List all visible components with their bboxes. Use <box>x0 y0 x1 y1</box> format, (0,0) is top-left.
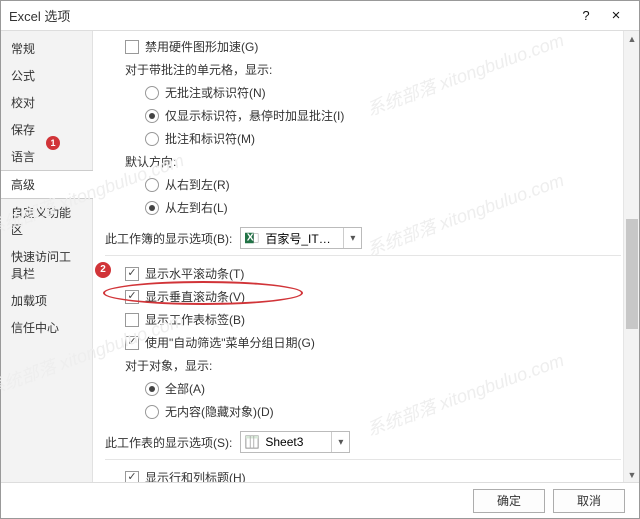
checkbox-label: 显示工作表标签(B) <box>145 311 245 328</box>
radio-icon <box>145 201 159 215</box>
radio-objects-all[interactable]: 全部(A) <box>105 377 639 400</box>
radio-comments-indicator-only[interactable]: 仅显示标识符，悬停时加显批注(I) <box>105 104 639 127</box>
sheet-icon <box>243 433 261 451</box>
dialog-footer: 确定 取消 <box>1 482 639 518</box>
combo-text: Sheet3 <box>263 435 331 449</box>
scroll-thumb[interactable] <box>626 219 638 329</box>
checkbox-sheet-tabs[interactable]: 显示工作表标签(B) <box>105 308 639 331</box>
chevron-down-icon: ▾ <box>343 228 361 248</box>
sidebar-item-label: 语言 <box>11 150 35 164</box>
sidebar-item-language[interactable]: 语言 1 <box>1 143 92 170</box>
sheet-display-section: 此工作表的显示选项(S): Sheet3 ▾ <box>105 423 621 460</box>
checkbox-label: 显示行和列标题(H) <box>145 469 246 483</box>
sidebar-item-formulas[interactable]: 公式 <box>1 62 92 89</box>
workbook-select[interactable]: X 百家号_IT小人… ▾ <box>240 227 362 249</box>
checkbox-autofilter-group-dates[interactable]: 使用"自动筛选"菜单分组日期(G) <box>105 331 639 354</box>
checkbox-horizontal-scrollbar[interactable]: 显示水平滚动条(T) <box>105 262 639 285</box>
section-label: 此工作簿的显示选项(B): <box>105 230 232 247</box>
checkbox-vertical-scrollbar[interactable]: 显示垂直滚动条(V) <box>105 285 639 308</box>
workbook-display-section: 此工作簿的显示选项(B): X 百家号_IT小人… ▾ <box>105 219 621 256</box>
radio-label: 无批注或标识符(N) <box>165 84 266 101</box>
scroll-down-icon[interactable]: ▼ <box>624 467 639 483</box>
radio-objects-none[interactable]: 无内容(隐藏对象)(D) <box>105 400 639 423</box>
vertical-scrollbar[interactable]: ▲ ▼ <box>623 31 639 483</box>
radio-label: 批注和标识符(M) <box>165 130 255 147</box>
ok-button[interactable]: 确定 <box>473 489 545 513</box>
radio-icon <box>145 405 159 419</box>
close-button[interactable]: × <box>601 2 631 30</box>
checkbox-icon <box>125 336 139 350</box>
sidebar-item-advanced[interactable]: 高级 <box>1 170 93 199</box>
checkbox-label: 显示垂直滚动条(V) <box>145 288 245 305</box>
sidebar-item-trust-center[interactable]: 信任中心 <box>1 314 92 341</box>
radio-icon <box>145 132 159 146</box>
radio-icon <box>145 109 159 123</box>
radio-label: 无内容(隐藏对象)(D) <box>165 403 274 420</box>
sidebar-item-proofing[interactable]: 校对 <box>1 89 92 116</box>
checkbox-row-col-headers[interactable]: 显示行和列标题(H) <box>105 466 639 483</box>
radio-label: 从左到右(L) <box>165 199 228 216</box>
radio-direction-rtl[interactable]: 从右到左(R) <box>105 173 639 196</box>
titlebar: Excel 选项 ? × <box>1 1 639 31</box>
sidebar-item-general[interactable]: 常规 <box>1 35 92 62</box>
radio-label: 全部(A) <box>165 380 205 397</box>
sidebar-item-quick-access[interactable]: 快速访问工具栏 <box>1 243 92 287</box>
sidebar-item-addins[interactable]: 加载项 <box>1 287 92 314</box>
radio-comments-none[interactable]: 无批注或标识符(N) <box>105 81 639 104</box>
radio-icon <box>145 178 159 192</box>
dialog-title: Excel 选项 <box>9 6 571 25</box>
checkbox-icon <box>125 290 139 304</box>
help-button[interactable]: ? <box>571 2 601 30</box>
sheet-select[interactable]: Sheet3 ▾ <box>240 431 350 453</box>
checkbox-label: 禁用硬件图形加速(G) <box>145 38 258 55</box>
radio-comments-and-indicator[interactable]: 批注和标识符(M) <box>105 127 639 150</box>
options-pane: 禁用硬件图形加速(G) 对于带批注的单元格，显示: 无批注或标识符(N) 仅显示… <box>93 31 639 483</box>
objects-heading: 对于对象，显示: <box>105 354 639 377</box>
section-label: 此工作表的显示选项(S): <box>105 434 232 451</box>
combo-text: 百家号_IT小人… <box>263 230 343 247</box>
category-sidebar: 常规 公式 校对 保存 语言 1 高级 自定义功能区 快速访问工具栏 加载项 信… <box>1 31 93 483</box>
radio-label: 仅显示标识符，悬停时加显批注(I) <box>165 107 344 124</box>
comments-heading: 对于带批注的单元格，显示: <box>105 58 639 81</box>
checkbox-label: 显示水平滚动条(T) <box>145 265 244 282</box>
radio-icon <box>145 86 159 100</box>
checkbox-icon <box>125 313 139 327</box>
radio-icon <box>145 382 159 396</box>
radio-label: 从右到左(R) <box>165 176 230 193</box>
chevron-down-icon: ▾ <box>331 432 349 452</box>
radio-direction-ltr[interactable]: 从左到右(L) <box>105 196 639 219</box>
checkbox-icon <box>125 267 139 281</box>
dialog-content: 常规 公式 校对 保存 语言 1 高级 自定义功能区 快速访问工具栏 加载项 信… <box>1 31 639 483</box>
checkbox-icon <box>125 40 139 54</box>
options-inner: 禁用硬件图形加速(G) 对于带批注的单元格，显示: 无批注或标识符(N) 仅显示… <box>93 31 639 483</box>
svg-text:X: X <box>247 232 254 244</box>
direction-heading: 默认方向: <box>105 150 639 173</box>
cancel-button[interactable]: 取消 <box>553 489 625 513</box>
checkbox-disable-hw-accel[interactable]: 禁用硬件图形加速(G) <box>105 35 639 58</box>
checkbox-label: 使用"自动筛选"菜单分组日期(G) <box>145 334 315 351</box>
annotation-badge-1: 1 <box>46 136 60 150</box>
sidebar-item-customize-ribbon[interactable]: 自定义功能区 <box>1 199 92 243</box>
scroll-up-icon[interactable]: ▲ <box>624 31 639 47</box>
excel-file-icon: X <box>243 229 261 247</box>
